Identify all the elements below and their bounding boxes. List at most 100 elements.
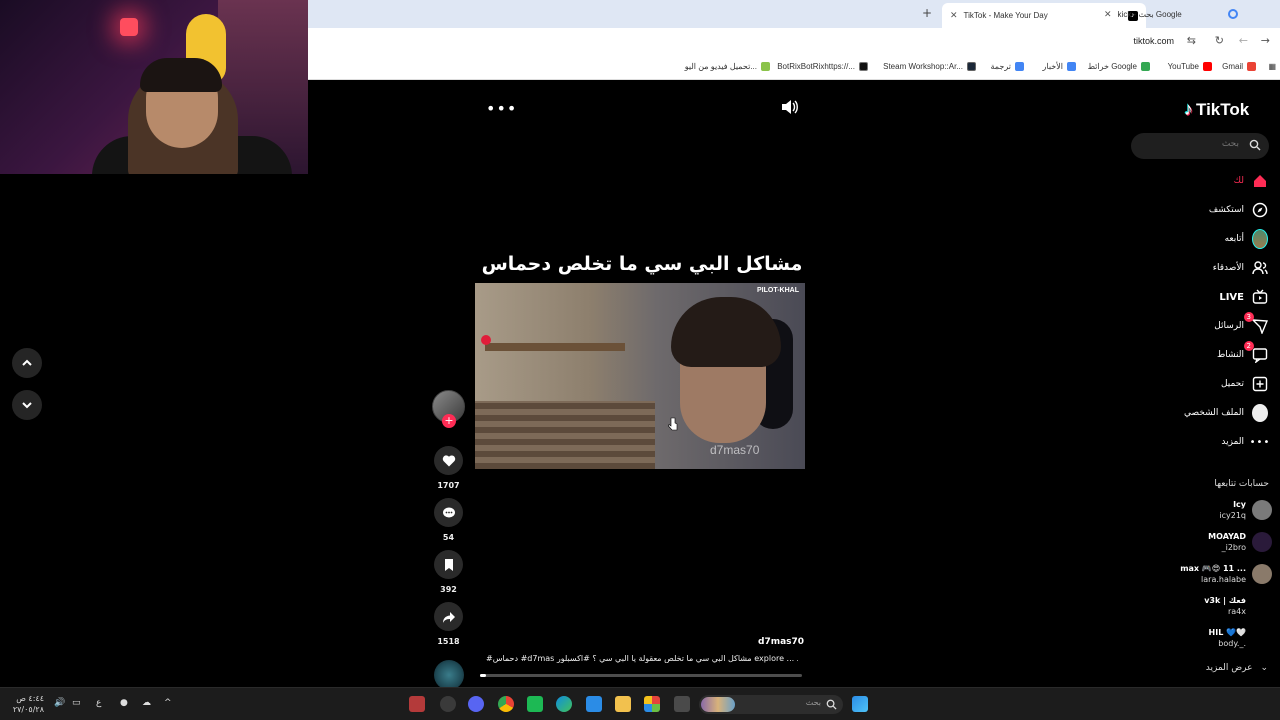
tab-kick-search[interactable]: ✕ kick - بحث Google — [1104, 4, 1238, 24]
video-player[interactable]: PILOT-KHAL d7mas70 — [475, 283, 805, 469]
save-button[interactable]: 392 — [434, 550, 463, 594]
forward-icon[interactable]: ← — [1239, 34, 1248, 47]
bookmark-youtube[interactable]: YouTube — [1168, 62, 1212, 71]
volume-tray-icon[interactable]: 🔊 — [54, 698, 65, 708]
following-account[interactable]: v3k | فعك ra4x — [1204, 595, 1272, 617]
network-tray-icon[interactable]: ▭ — [72, 698, 81, 708]
cloud-tray-icon[interactable]: ☁ — [142, 698, 151, 708]
nav-activity[interactable]: النشاط 2 — [1217, 341, 1268, 363]
video-caption-title: مشاكل البي سي ما تخلص دحماس — [481, 253, 803, 275]
windows-taskbar: ٤:٤٤ ص ٢٧/٠٥/٢٨ 🔊 ▭ ع ● ☁ ^ بحث — [0, 687, 1280, 720]
url-field[interactable]: tiktok.com — [1133, 36, 1174, 46]
like-count: 1707 — [437, 481, 460, 490]
following-account[interactable]: MOAYAD _i2bro — [1208, 531, 1272, 553]
volume-icon[interactable] — [780, 99, 798, 115]
file-explorer-icon[interactable] — [615, 696, 631, 712]
tab-title: TikTok - Make Your Day — [963, 11, 1048, 20]
video-author[interactable]: d7mas70 — [758, 637, 804, 647]
chevron-down-icon: ⌄ — [1260, 663, 1268, 673]
tray-overflow-chevron-icon[interactable]: ^ — [164, 698, 172, 708]
share-button[interactable]: 1518 — [434, 602, 463, 646]
app-grid-icon[interactable] — [644, 696, 660, 712]
edge-icon[interactable] — [556, 696, 572, 712]
avatar — [1252, 564, 1272, 584]
reload-icon[interactable]: ↻ — [1215, 34, 1224, 47]
nav-profile[interactable]: الملف الشخصي — [1184, 404, 1268, 422]
microphone-tray-icon[interactable]: ● — [120, 698, 128, 708]
epic-games-icon[interactable] — [409, 696, 425, 712]
search-highlight-image — [701, 697, 735, 712]
nav-messages[interactable]: الرسائل 3 — [1214, 312, 1268, 334]
bookmark-icon — [434, 550, 463, 579]
comment-icon — [434, 498, 463, 527]
following-account[interactable]: HIL 💙🤍 body._. — [1209, 627, 1272, 649]
close-tab-icon[interactable]: ✕ — [950, 10, 958, 21]
settings-gear-icon[interactable] — [440, 696, 456, 712]
maps-icon — [1141, 62, 1150, 71]
chrome-icon[interactable] — [498, 696, 514, 712]
address-bar: tiktok.com ⇆ ↻ ← → — [308, 28, 1280, 55]
following-accounts-title: حسابات تتابعها — [1214, 479, 1269, 489]
search-box[interactable] — [1131, 133, 1269, 159]
next-video-button[interactable] — [12, 390, 42, 420]
nav-live[interactable]: LIVE — [1219, 289, 1268, 305]
apps-grid-icon[interactable]: ▦ — [1268, 62, 1276, 71]
messages-icon: 3 — [1243, 312, 1268, 334]
site-settings-icon[interactable]: ⇆ — [1187, 34, 1196, 47]
nav-following[interactable]: أتابعه — [1225, 229, 1268, 249]
nav-more[interactable]: المزيد ••• — [1221, 434, 1271, 450]
tiktok-logo[interactable]: ♪ TikTok — [1184, 99, 1249, 120]
nav-upload[interactable]: تحميل — [1221, 376, 1268, 392]
profile-icon — [1252, 404, 1268, 422]
bookmark-botrix[interactable]: BotRixBotRixhttps://... — [777, 62, 868, 71]
activity-icon: 2 — [1243, 341, 1268, 363]
taskbar-clock[interactable]: ٤:٤٤ ص ٢٧/٠٥/٢٨ — [12, 693, 44, 715]
following-account[interactable]: max 🎮😍 11 ... lara.halabe — [1180, 563, 1272, 585]
download-icon — [761, 62, 770, 71]
close-tab-icon[interactable]: ✕ — [1104, 9, 1112, 20]
tiktok-page: ••• ♪ TikTok لك استكشف أتابعه — [308, 81, 1280, 690]
back-icon[interactable]: → — [1261, 34, 1270, 47]
previous-video-button[interactable] — [12, 348, 42, 378]
language-indicator[interactable]: ع — [96, 698, 101, 708]
music-disc-icon[interactable] — [434, 660, 464, 690]
avatar — [1252, 596, 1272, 616]
more-icon: ••• — [1249, 436, 1271, 448]
video-corner-tag: PILOT-KHAL — [757, 287, 799, 294]
task-view-icon[interactable] — [674, 696, 690, 712]
messages-badge: 3 — [1243, 312, 1254, 322]
search-icon[interactable] — [1249, 139, 1261, 151]
nav-friends[interactable]: الأصدقاء — [1213, 260, 1268, 276]
avatar — [1252, 532, 1272, 552]
more-options-icon[interactable]: ••• — [486, 99, 517, 118]
bookmark-steam-workshop[interactable]: Steam Workshop::Ar... — [883, 62, 976, 71]
botrix-icon — [859, 62, 868, 71]
bookmarks-bar: ▦ Gmail YouTube خرائط Google الأخبار ترج… — [308, 55, 1280, 80]
youtube-icon — [1203, 62, 1212, 71]
following-avatar-icon — [1252, 229, 1268, 249]
bookmark-translate[interactable]: ترجمة — [991, 62, 1024, 71]
discord-icon[interactable] — [468, 696, 484, 712]
bookmark-google-maps[interactable]: خرائط Google — [1088, 62, 1150, 71]
bookmark-video-downloader[interactable]: تحميل فيديو من اليو... — [685, 62, 770, 71]
app-green-icon[interactable] — [527, 696, 543, 712]
see-more-button[interactable]: عرض المزيد ⌄ — [1206, 663, 1268, 673]
windows-start-icon[interactable] — [852, 696, 868, 712]
bookmark-news[interactable]: الأخبار — [1043, 62, 1076, 71]
taskbar-search[interactable]: بحث — [699, 695, 843, 714]
following-account[interactable]: Icy icy21q — [1219, 499, 1272, 521]
bookmark-gmail[interactable]: Gmail — [1222, 62, 1256, 71]
comment-button[interactable]: 54 — [434, 498, 463, 542]
nav-for-you[interactable]: لك — [1234, 173, 1268, 189]
friends-icon — [1252, 260, 1268, 276]
video-description: #دحماس #d7mas مشاكل البي سي ما تخلص معقو… — [486, 654, 798, 663]
video-progress-bar[interactable] — [480, 674, 802, 677]
tab-title: kick - بحث Google — [1117, 9, 1182, 19]
avatar — [1252, 500, 1272, 520]
like-button[interactable]: 1707 — [434, 446, 463, 490]
nav-explore[interactable]: استكشف — [1209, 202, 1268, 218]
new-tab-button[interactable]: + — [922, 6, 932, 20]
store-icon[interactable] — [586, 696, 602, 712]
search-input[interactable] — [1149, 139, 1239, 149]
follow-plus-icon[interactable]: + — [442, 414, 456, 428]
